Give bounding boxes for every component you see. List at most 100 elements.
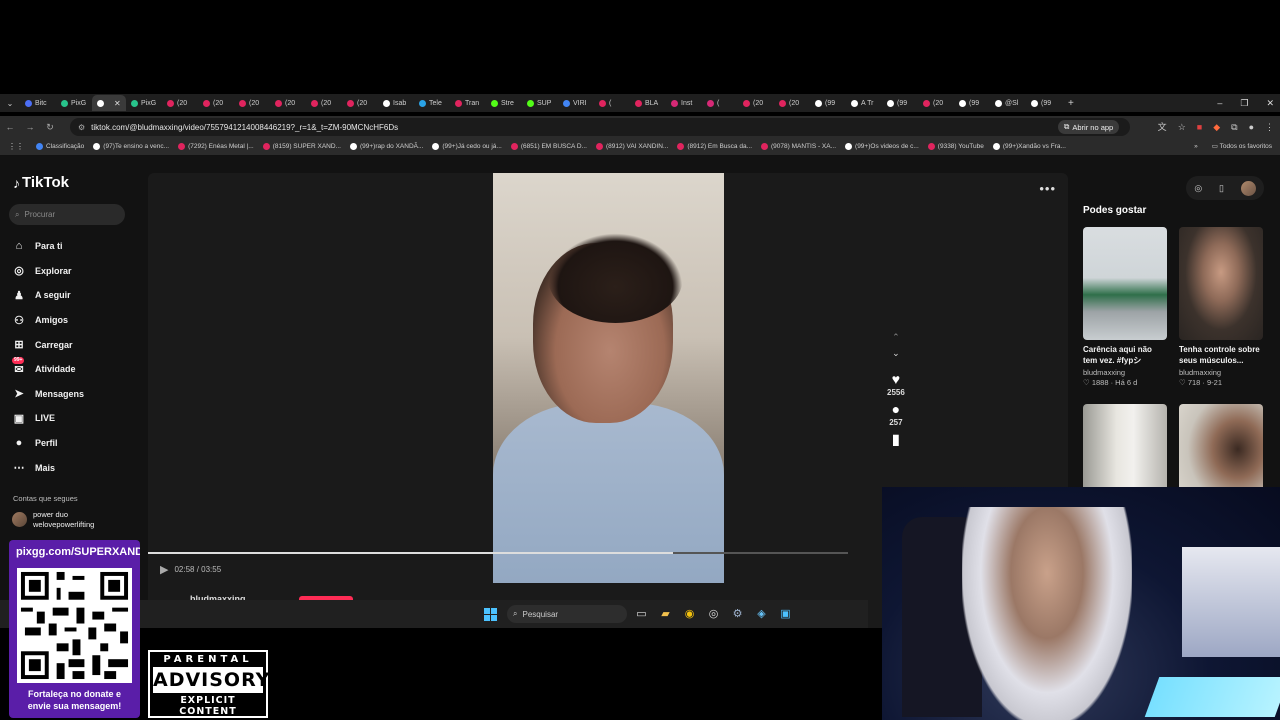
new-tab-button[interactable]: + bbox=[1068, 98, 1074, 109]
browser-tab[interactable]: BLA bbox=[630, 95, 666, 111]
sidebar-item-amigos[interactable]: ⚇ Amigos bbox=[12, 308, 84, 333]
play-icon[interactable]: ▶ bbox=[160, 563, 168, 576]
sidebar-item-mensagens[interactable]: ➤ Mensagens bbox=[12, 382, 84, 407]
user-avatar[interactable] bbox=[1240, 180, 1256, 196]
browser-tab[interactable]: (20 bbox=[234, 95, 270, 111]
all-favorites-folder[interactable]: ▭ Todos os favoritos bbox=[1212, 138, 1272, 156]
device-icon[interactable]: ▯ bbox=[1219, 183, 1224, 194]
browser-tab[interactable]: (20 bbox=[162, 95, 198, 111]
next-video-icon[interactable]: ⌄ bbox=[892, 348, 900, 359]
menu-icon[interactable]: ⋮ bbox=[1265, 116, 1274, 138]
chrome-icon[interactable]: ◉ bbox=[682, 606, 697, 621]
progress-bar[interactable] bbox=[148, 552, 848, 554]
coin-icon[interactable]: ◎ bbox=[1194, 183, 1202, 194]
more-options-icon[interactable]: ••• bbox=[1039, 181, 1056, 196]
sidebar-item-live[interactable]: ▣ LIVE bbox=[12, 406, 84, 431]
sidebar-item-carregar[interactable]: ⊞ Carregar bbox=[12, 332, 84, 357]
sidebar-item-a-seguir[interactable]: ♟ A seguir bbox=[12, 283, 84, 308]
close-tab-icon[interactable]: ✕ bbox=[114, 99, 121, 108]
comment-button[interactable]: ● 257 bbox=[889, 402, 902, 427]
tab-search-icon[interactable]: ⌄ bbox=[0, 99, 20, 108]
browser-tab[interactable]: (20 bbox=[306, 95, 342, 111]
like-button[interactable]: ♥ 2556 bbox=[887, 372, 905, 397]
sidebar-item-atividade[interactable]: ✉ Atividade 99+ bbox=[12, 356, 84, 382]
reload-icon[interactable]: ↻ bbox=[40, 122, 60, 133]
suggestion-card[interactable]: Tenha controle sobre seus músculos... bl… bbox=[1179, 227, 1263, 387]
browser-tab[interactable]: Tran bbox=[450, 95, 486, 111]
bookmark-item[interactable]: (99+)Já cedo ou já... bbox=[432, 143, 502, 150]
bookmark-item[interactable]: (6851) EM BUSCA D... bbox=[510, 143, 587, 150]
video-frame[interactable] bbox=[493, 173, 724, 583]
open-app-button[interactable]: ⧉ Abrir no app bbox=[1058, 120, 1120, 134]
browser-tab[interactable]: Isab bbox=[378, 95, 414, 111]
suggestion-card[interactable]: Carência aqui não tem vez. #fypシ bludmax… bbox=[1083, 227, 1167, 387]
forward-icon[interactable]: → bbox=[20, 122, 40, 132]
bookmark-item[interactable]: (9078) MANTIS - XA... bbox=[761, 143, 836, 150]
browser-tab[interactable]: A Tr bbox=[846, 95, 882, 111]
browser-tab[interactable]: (20 bbox=[342, 95, 378, 111]
browser-tab[interactable]: (99 bbox=[810, 95, 846, 111]
search-input[interactable]: ⌕ Procurar bbox=[9, 204, 125, 225]
bookmark-item[interactable]: (97)Te ensino a venc... bbox=[93, 143, 169, 150]
browser-tab[interactable]: SUP bbox=[522, 95, 558, 111]
browser-tab[interactable]: VIRI bbox=[558, 95, 594, 111]
browser-tab[interactable]: ( bbox=[702, 95, 738, 111]
sidebar-item-para-ti[interactable]: ⌂ Para ti bbox=[12, 234, 84, 259]
browser-tab[interactable]: Tele bbox=[414, 95, 450, 111]
bookmark-item[interactable]: (8912) VAI XANDIN... bbox=[595, 143, 668, 150]
bookmark-item[interactable]: (99+)rap do XANDÃ... bbox=[349, 143, 423, 150]
bookmark-item[interactable]: Classificação bbox=[36, 143, 84, 150]
previous-video-icon[interactable]: ⌃ bbox=[892, 332, 900, 343]
minimize-icon[interactable]: – bbox=[1217, 94, 1222, 112]
file-explorer-icon[interactable]: ▰ bbox=[658, 606, 673, 621]
settings-icon[interactable]: ⚙ bbox=[730, 606, 745, 621]
bookmark-item[interactable]: (99+)Xandão vs Fra... bbox=[992, 143, 1066, 150]
suggestion-thumbnail[interactable] bbox=[1179, 227, 1263, 340]
save-button[interactable]: ▮ bbox=[892, 432, 900, 446]
browser-tab[interactable]: (20 bbox=[198, 95, 234, 111]
browser-tab[interactable]: @Sl bbox=[990, 95, 1026, 111]
windows-start-icon[interactable] bbox=[484, 608, 497, 621]
browser-tab[interactable]: (20 bbox=[774, 95, 810, 111]
browser-tab[interactable]: (99 bbox=[882, 95, 918, 111]
site-info-icon[interactable]: ⚙ bbox=[78, 123, 85, 132]
browser-tab[interactable]: (20 bbox=[270, 95, 306, 111]
profile-icon[interactable]: ● bbox=[1249, 116, 1254, 138]
close-window-icon[interactable]: ✕ bbox=[1266, 94, 1274, 112]
extensions-icon[interactable]: ⧉ bbox=[1231, 116, 1237, 138]
browser-tab[interactable]: ( bbox=[594, 95, 630, 111]
app-icon[interactable]: ▣ bbox=[778, 606, 793, 621]
apps-icon[interactable]: ⋮⋮ bbox=[8, 142, 24, 151]
browser-tab[interactable]: (20 bbox=[738, 95, 774, 111]
sidebar-item-mais[interactable]: ⋯ Mais bbox=[12, 455, 84, 480]
steam-icon[interactable]: ◈ bbox=[754, 606, 769, 621]
browser-tab[interactable]: PixG bbox=[126, 95, 162, 111]
more-bookmarks-icon[interactable]: » bbox=[1194, 138, 1198, 156]
browser-tab[interactable]: (20 bbox=[918, 95, 954, 111]
browser-tab[interactable]: (99 bbox=[954, 95, 990, 111]
star-icon[interactable]: ☆ bbox=[1178, 116, 1186, 138]
browser-tab[interactable]: Bitc bbox=[20, 95, 56, 111]
bookmark-item[interactable]: (9338) YouTube bbox=[927, 143, 984, 150]
bookmark-item[interactable]: (99+)Os videos de c... bbox=[845, 143, 919, 150]
obs-icon[interactable]: ◎ bbox=[706, 606, 721, 621]
address-bar[interactable]: ⚙ tiktok.com/@bludmaxxing/video/75579412… bbox=[70, 118, 1130, 136]
sidebar-item-explorar[interactable]: ◎ Explorar bbox=[12, 259, 84, 284]
taskbar-search-input[interactable]: ⌕ Pesquisar bbox=[507, 605, 627, 623]
browser-tab[interactable]: PixG bbox=[56, 95, 92, 111]
sidebar-item-perfil[interactable]: ● Perfil bbox=[12, 431, 84, 456]
maximize-icon[interactable]: ❐ bbox=[1240, 94, 1248, 112]
browser-tab[interactable]: Inst bbox=[666, 95, 702, 111]
bookmark-item[interactable]: (8912) Em Busca da... bbox=[677, 143, 752, 150]
suggestion-thumbnail[interactable] bbox=[1083, 227, 1167, 340]
translate-icon[interactable]: 文 bbox=[1158, 116, 1167, 138]
extension-icon-1[interactable]: ■ bbox=[1197, 116, 1202, 138]
tiktok-logo[interactable]: ♪ TikTok bbox=[13, 174, 69, 191]
browser-tab[interactable]: ✕ bbox=[92, 95, 126, 111]
extension-icon-2[interactable]: ◆ bbox=[1213, 116, 1220, 138]
bookmark-item[interactable]: (8159) SUPER XAND... bbox=[262, 143, 341, 150]
browser-tab[interactable]: (99 bbox=[1026, 95, 1062, 111]
followed-account[interactable]: power duo welovepowerlifting bbox=[12, 510, 94, 529]
task-view-icon[interactable]: ▭ bbox=[634, 606, 649, 621]
back-icon[interactable]: ← bbox=[0, 122, 20, 132]
